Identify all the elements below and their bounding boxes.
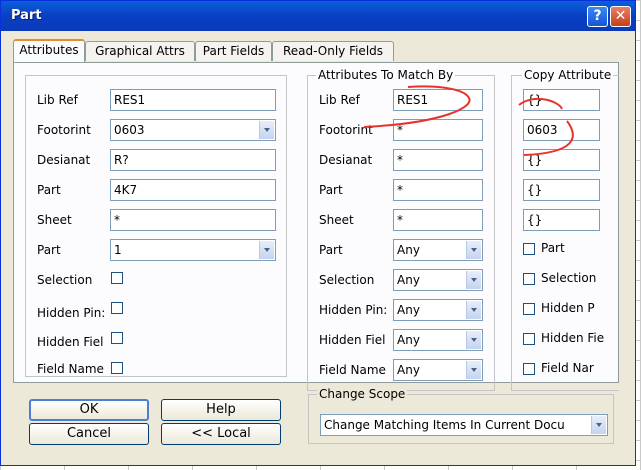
local-button[interactable]: << Local bbox=[161, 423, 281, 445]
part-dialog: Part ? ✕ Attributes Graphical Attrs Part… bbox=[0, 0, 636, 466]
annotation-arc-top bbox=[518, 97, 563, 110]
change-scope-dropdown[interactable]: Change Matching Items In Current Docu bbox=[320, 414, 608, 436]
tab-part-fields[interactable]: Part Fields bbox=[195, 41, 272, 61]
help-button[interactable]: Help bbox=[161, 399, 281, 421]
ok-button[interactable]: OK bbox=[29, 399, 149, 421]
annotation-marks bbox=[363, 85, 574, 156]
window-title: Part bbox=[11, 8, 42, 23]
tab-attributes[interactable]: Attributes bbox=[13, 39, 85, 62]
title-bar: Part ? ✕ bbox=[1, 1, 635, 31]
annotation-arc-lib-ref bbox=[363, 85, 471, 128]
tab-graphical-attrs[interactable]: Graphical Attrs bbox=[85, 41, 195, 61]
change-scope-group: Change Scope Change Matching Items In Cu… bbox=[308, 387, 614, 444]
cancel-button[interactable]: Cancel bbox=[29, 423, 149, 445]
attributes-panel: Lib Ref RES1 Footorint 0603 Desianat R? … bbox=[13, 62, 619, 391]
tab-read-only-fields[interactable]: Read-Only Fields bbox=[272, 41, 394, 61]
change-scope-value: Change Matching Items In Current Docu bbox=[324, 418, 565, 432]
help-title-button[interactable]: ? bbox=[587, 6, 608, 27]
annotation-arc-footprint bbox=[523, 120, 574, 156]
close-icon[interactable]: ✕ bbox=[610, 6, 631, 27]
chevron-down-icon[interactable] bbox=[591, 416, 606, 434]
change-scope-title: Change Scope bbox=[317, 387, 408, 401]
